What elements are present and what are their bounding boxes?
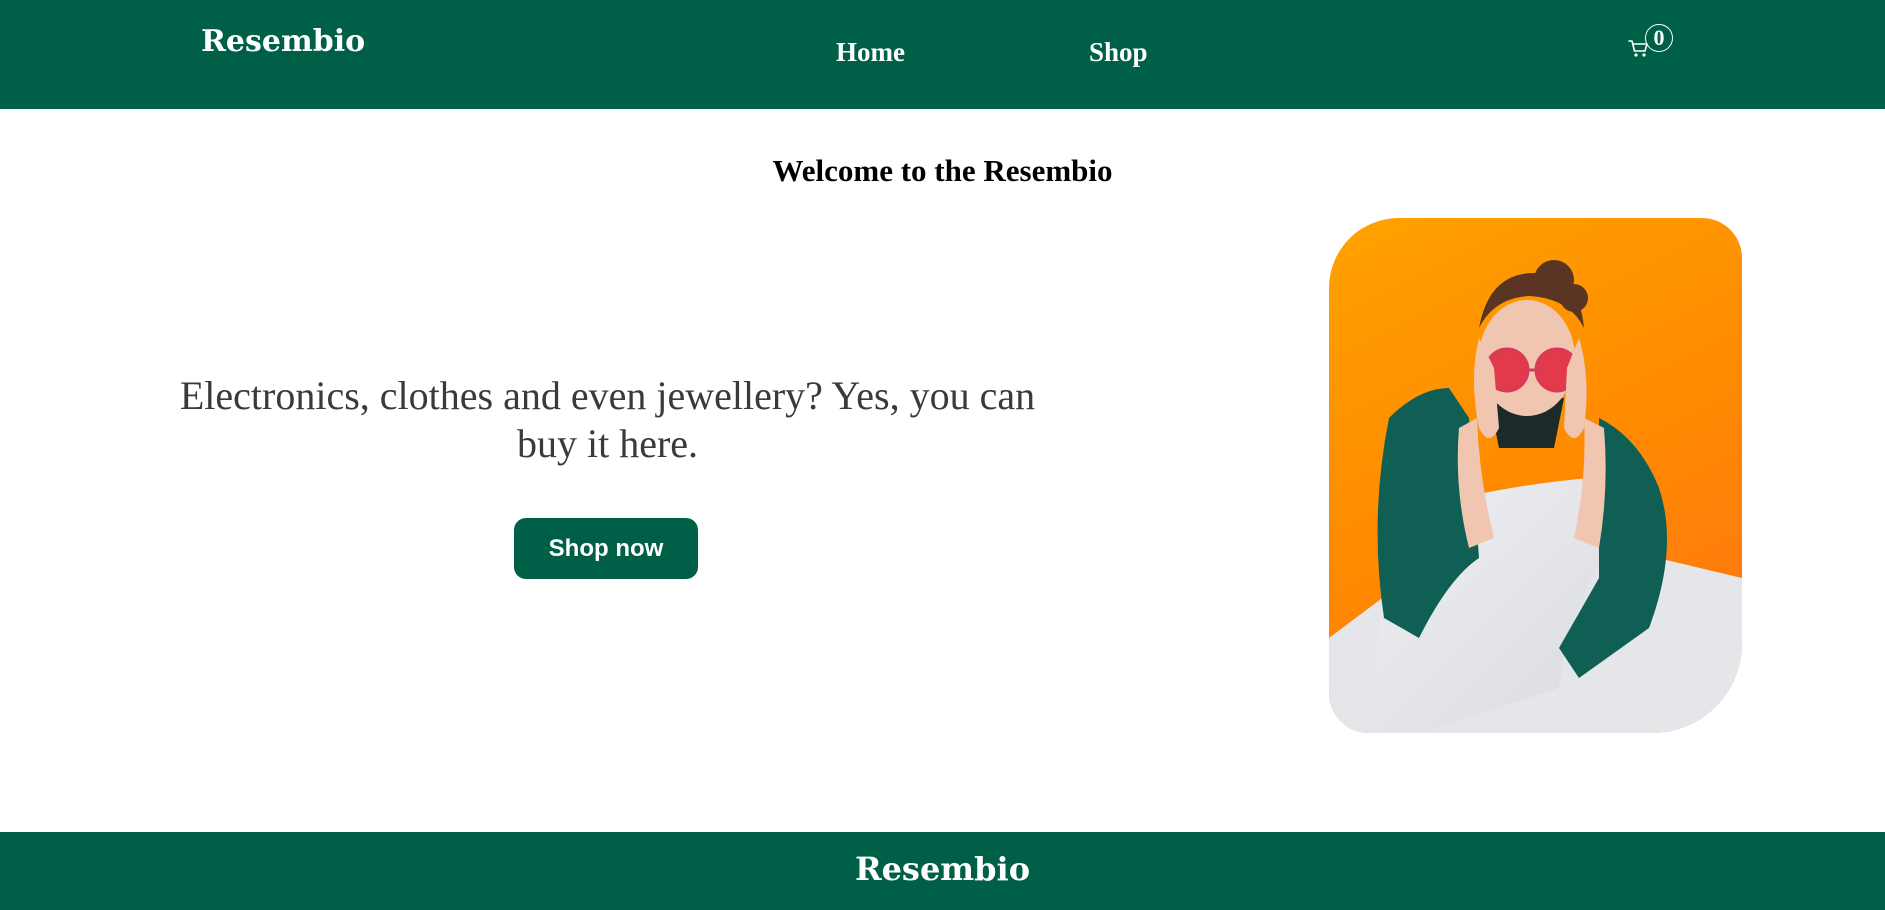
footer-brand: Resembio [854, 850, 1031, 888]
welcome-heading: Welcome to the Resembio [772, 153, 1113, 188]
brand-logo[interactable]: Resembio [201, 24, 365, 60]
hero-photo [1329, 218, 1742, 733]
cart-button[interactable]: 0 [1627, 24, 1675, 64]
shop-now-button[interactable]: Shop now [514, 518, 698, 579]
nav-home-link[interactable]: Home [836, 36, 905, 68]
top-navbar: Resembio Home Shop 0 [0, 0, 1885, 109]
nav-shop-link[interactable]: Shop [1089, 36, 1148, 68]
hero-tagline: Electronics, clothes and even jewellery?… [179, 373, 1036, 466]
footer: Resembio [0, 832, 1885, 910]
cart-count-badge: 0 [1645, 24, 1673, 52]
hero-image [1329, 218, 1742, 733]
